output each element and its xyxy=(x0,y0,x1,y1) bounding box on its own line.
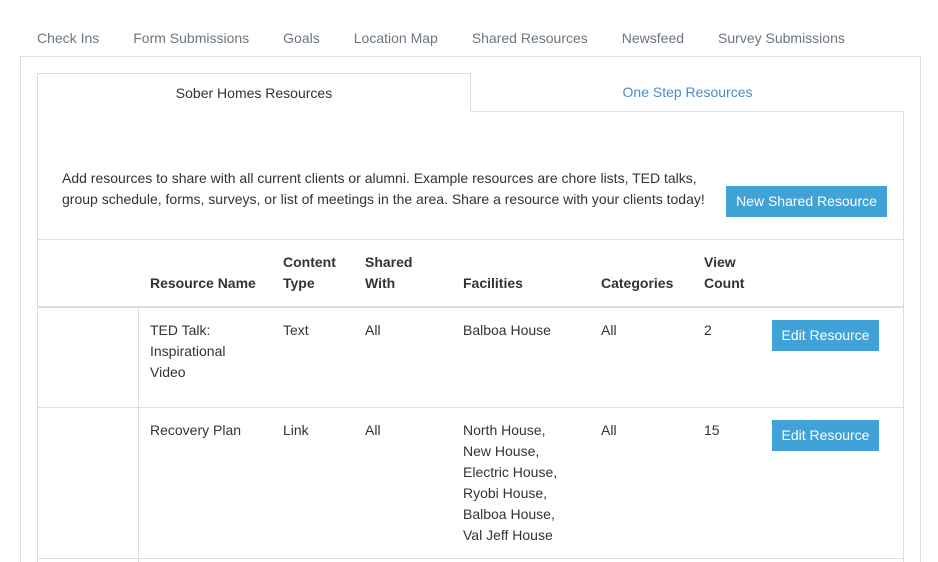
cell-view-count: 15 xyxy=(704,422,720,438)
cell-resource-name: TED Talk: Inspirational Video xyxy=(150,322,226,380)
tab-survey-submissions[interactable]: Survey Submissions xyxy=(701,18,862,56)
edit-resource-button[interactable]: Edit Resource xyxy=(772,320,879,351)
table-top-border xyxy=(37,239,904,240)
cell-categories: All xyxy=(601,422,617,438)
tab-form-submissions[interactable]: Form Submissions xyxy=(116,18,266,56)
header-categories: Categories xyxy=(601,275,674,291)
header-content-type: Content Type xyxy=(283,254,336,291)
tab-location-map[interactable]: Location Map xyxy=(337,18,455,56)
header-view-count: View Count xyxy=(704,254,745,291)
tab-newsfeed[interactable]: Newsfeed xyxy=(605,18,701,56)
tab-goals[interactable]: Goals xyxy=(266,18,337,56)
cell-view-count: 2 xyxy=(704,322,712,338)
cell-categories: All xyxy=(601,322,617,338)
tab-one-step-resources[interactable]: One Step Resources xyxy=(471,73,904,112)
cell-shared-with: All xyxy=(365,322,381,338)
row-divider xyxy=(37,407,904,408)
tab-check-ins[interactable]: Check Ins xyxy=(20,18,116,56)
edit-resource-button[interactable]: Edit Resource xyxy=(772,420,879,451)
header-shared-with: Shared With xyxy=(365,254,413,291)
header-facilities: Facilities xyxy=(463,275,523,291)
new-shared-resource-button[interactable]: New Shared Resource xyxy=(726,186,887,217)
table-header-border xyxy=(37,306,904,308)
intro-description: Add resources to share with all current … xyxy=(62,170,705,207)
cell-shared-with: All xyxy=(365,422,381,438)
header-resource-name: Resource Name xyxy=(150,275,256,291)
row-divider xyxy=(37,558,904,559)
table-left-border xyxy=(37,307,38,562)
top-tab-bar: Check Ins Form Submissions Goals Locatio… xyxy=(20,18,862,56)
cell-content-type: Text xyxy=(283,322,309,338)
cell-resource-name: Recovery Plan xyxy=(150,422,242,438)
cell-facilities: Balboa House xyxy=(463,322,551,338)
cell-content-type: Link xyxy=(283,422,309,438)
tab-shared-resources[interactable]: Shared Resources xyxy=(455,18,605,56)
tab-sober-homes-resources[interactable]: Sober Homes Resources xyxy=(37,73,471,112)
column-divider xyxy=(138,307,139,562)
cell-facilities: North House, New House, Electric House, … xyxy=(463,422,558,543)
